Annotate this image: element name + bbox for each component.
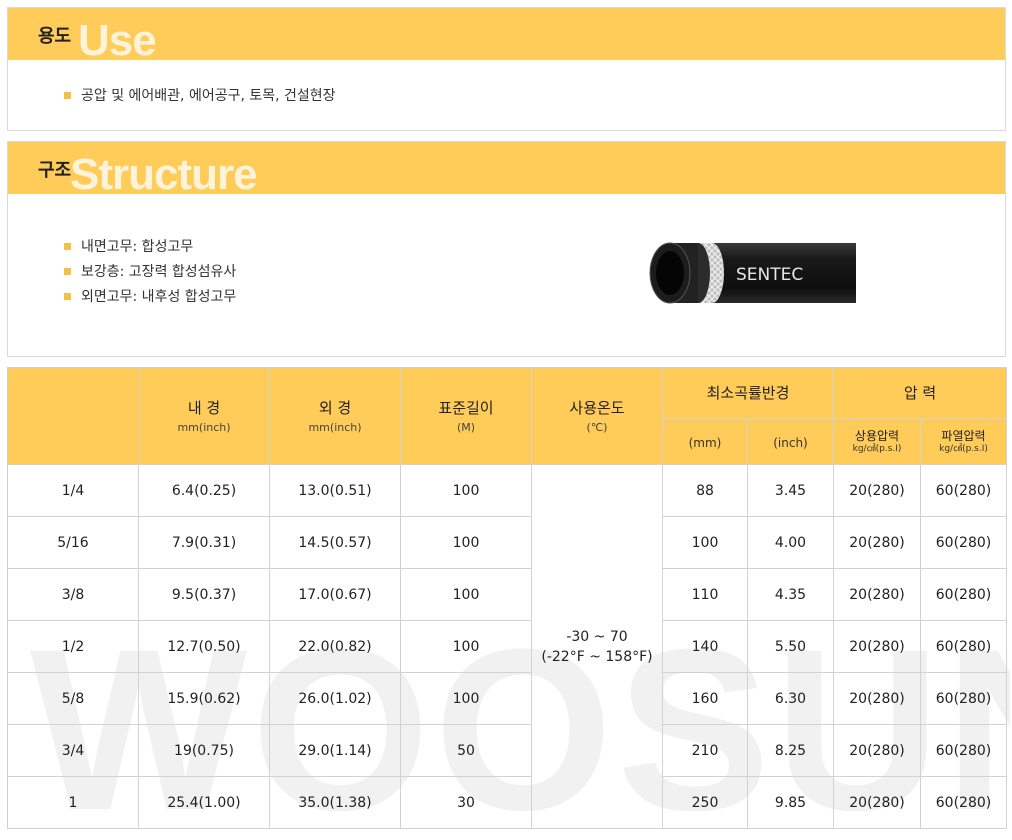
working-pressure-cell: 20(280) <box>833 464 921 517</box>
use-section: Use 용도 공압 및 에어배관, 에어공구, 토목, 건설현장 <box>7 7 1006 131</box>
outer-diameter-header: 외 경 mm(inch) <box>269 367 401 465</box>
outer-diameter-cell: 17.0(0.67) <box>269 568 401 621</box>
list-item: 공압 및 에어배관, 에어공구, 토목, 건설현장 <box>64 86 336 111</box>
bend-mm-header: (mm) <box>662 418 748 465</box>
size-cell: 5/8 <box>7 672 139 725</box>
length-cell: 30 <box>400 776 532 829</box>
pressure-header: 압 력 <box>833 367 1007 419</box>
use-list: 공압 및 에어배관, 에어공구, 토목, 건설현장 <box>64 86 336 111</box>
size-cell: 3/8 <box>7 568 139 621</box>
size-cell: 1/4 <box>7 464 139 517</box>
size-cell: 3/4 <box>7 724 139 777</box>
bend-inch-cell: 4.00 <box>747 516 834 569</box>
bend-mm-cell: 88 <box>662 464 748 517</box>
working-pressure-cell: 20(280) <box>833 776 921 829</box>
bend-inch-cell: 5.50 <box>747 620 834 673</box>
hose-image: SENTEC <box>649 242 856 304</box>
temperature-cell: -30 ~ 70 (-22°F ~ 158°F) <box>531 464 663 829</box>
length-cell: 100 <box>400 516 532 569</box>
length-cell: 50 <box>400 724 532 777</box>
specification-table: 내 경 mm(inch) 외 경 mm(inch) 표준길이 (M) 사용온도 (℃) … <box>7 367 1007 829</box>
structure-list: 내면고무: 합성고무 보강층: 고장력 합성섬유사 외면고무: 내후성 합성고무 <box>64 237 236 312</box>
structure-section-title: 구조 <box>38 160 72 181</box>
bend-mm-cell: 210 <box>662 724 748 777</box>
working-pressure-cell: 20(280) <box>833 724 921 777</box>
bend-inch-cell: 3.45 <box>747 464 834 517</box>
table-row: 1/4 6.4(0.25) 13.0(0.51) 100 -30 ~ 70 (-2… <box>7 464 1007 829</box>
table-row: 1/2 12.7(0.50) 22.0(0.82) 100 140 5.50 2… <box>7 620 1007 673</box>
list-item: 내면고무: 합성고무 <box>64 237 236 262</box>
use-section-title: 용도 <box>38 26 72 47</box>
bend-inch-cell: 4.35 <box>747 568 834 621</box>
length-cell: 100 <box>400 620 532 673</box>
outer-diameter-cell: 14.5(0.57) <box>269 516 401 569</box>
bend-radius-header: 최소곡률반경 <box>662 367 834 419</box>
working-pressure-cell: 20(280) <box>833 516 921 569</box>
table-row: 3/4 19(0.75) 29.0(1.14) 50 210 8.25 20(2… <box>7 724 1007 777</box>
length-cell: 100 <box>400 672 532 725</box>
outer-diameter-cell: 35.0(1.38) <box>269 776 401 829</box>
inner-diameter-cell: 15.9(0.62) <box>138 672 270 725</box>
bullet-square-icon <box>64 268 71 275</box>
burst-pressure-header: 파열압력 kg/㎠(p.s.I) <box>920 418 1007 465</box>
list-item: 외면고무: 내후성 합성고무 <box>64 287 236 312</box>
working-pressure-cell: 20(280) <box>833 568 921 621</box>
size-header <box>7 367 139 465</box>
table-row: 3/8 9.5(0.37) 17.0(0.67) 100 110 4.35 20… <box>7 568 1007 621</box>
working-pressure-cell: 20(280) <box>833 620 921 673</box>
use-ghost-title: Use <box>78 16 157 60</box>
bend-inch-cell: 6.30 <box>747 672 834 725</box>
working-pressure-header: 상용압력 kg/㎠(p.s.I) <box>833 418 921 465</box>
working-pressure-cell: 20(280) <box>833 672 921 725</box>
bullet-square-icon <box>64 243 71 250</box>
size-cell: 5/16 <box>7 516 139 569</box>
bend-mm-cell: 140 <box>662 620 748 673</box>
size-cell: 1 <box>7 776 139 829</box>
table-row: 5/8 15.9(0.62) 26.0(1.02) 100 160 6.30 2… <box>7 672 1007 725</box>
structure-section-header: Structure 구조 <box>8 142 1005 194</box>
bend-inch-header: (inch) <box>747 418 834 465</box>
burst-pressure-cell: 60(280) <box>920 620 1007 673</box>
outer-diameter-cell: 22.0(0.82) <box>269 620 401 673</box>
size-cell: 1/2 <box>7 620 139 673</box>
temperature-header: 사용온도 (℃) <box>531 367 663 465</box>
burst-pressure-cell: 60(280) <box>920 776 1007 829</box>
inner-diameter-header: 내 경 mm(inch) <box>138 367 270 465</box>
bullet-square-icon <box>64 293 71 300</box>
inner-diameter-cell: 6.4(0.25) <box>138 464 270 517</box>
inner-diameter-cell: 12.7(0.50) <box>138 620 270 673</box>
table-row: 5/16 7.9(0.31) 14.5(0.57) 100 100 4.00 2… <box>7 516 1007 569</box>
specification-table-body: 1/4 6.4(0.25) 13.0(0.51) 100 -30 ~ 70 (-2… <box>7 464 1007 829</box>
inner-diameter-cell: 7.9(0.31) <box>138 516 270 569</box>
use-section-header: Use 용도 <box>8 8 1005 60</box>
bullet-square-icon <box>64 92 71 99</box>
inner-diameter-cell: 9.5(0.37) <box>138 568 270 621</box>
bend-mm-cell: 100 <box>662 516 748 569</box>
burst-pressure-cell: 60(280) <box>920 724 1007 777</box>
bend-inch-cell: 8.25 <box>747 724 834 777</box>
length-cell: 100 <box>400 464 532 517</box>
burst-pressure-cell: 60(280) <box>920 568 1007 621</box>
outer-diameter-cell: 29.0(1.14) <box>269 724 401 777</box>
list-item: 보강층: 고장력 합성섬유사 <box>64 262 236 287</box>
burst-pressure-cell: 60(280) <box>920 464 1007 517</box>
inner-diameter-cell: 25.4(1.00) <box>138 776 270 829</box>
inner-diameter-cell: 19(0.75) <box>138 724 270 777</box>
structure-ghost-title: Structure <box>70 150 258 194</box>
bend-mm-cell: 160 <box>662 672 748 725</box>
outer-diameter-cell: 26.0(1.02) <box>269 672 401 725</box>
hose-brand-label: SENTEC <box>736 265 803 285</box>
table-row: 1 25.4(1.00) 35.0(1.38) 30 250 9.85 20(2… <box>7 776 1007 829</box>
structure-section: Structure 구조 내면고무: 합성고무 보강층: 고장력 합성섬유사 외… <box>7 141 1006 357</box>
bend-mm-cell: 250 <box>662 776 748 829</box>
bend-inch-cell: 9.85 <box>747 776 834 829</box>
length-cell: 100 <box>400 568 532 621</box>
burst-pressure-cell: 60(280) <box>920 672 1007 725</box>
outer-diameter-cell: 13.0(0.51) <box>269 464 401 517</box>
bend-mm-cell: 110 <box>662 568 748 621</box>
burst-pressure-cell: 60(280) <box>920 516 1007 569</box>
length-header: 표준길이 (M) <box>400 367 532 465</box>
